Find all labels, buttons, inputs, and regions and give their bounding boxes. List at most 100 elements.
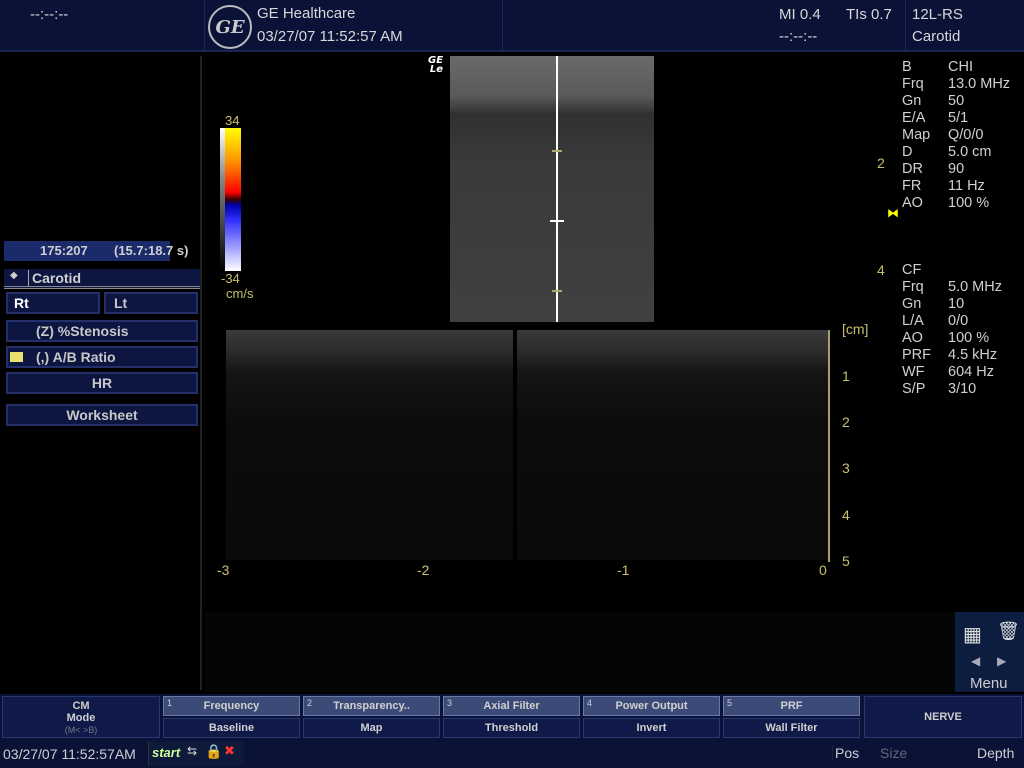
nerve-button[interactable]: NERVE — [864, 696, 1022, 738]
param-value: 50 — [948, 93, 965, 109]
mi-index: MI 0.4 — [779, 6, 821, 23]
b-depth-label: 2 — [877, 155, 885, 171]
softkey-label: Transparency.. — [333, 700, 410, 712]
ge-logo: GE — [208, 5, 252, 49]
depth-axis — [828, 330, 830, 562]
param-value: 90 — [948, 161, 965, 177]
ge-watermark: GE Le — [428, 55, 444, 75]
depth-label: 2 — [842, 414, 850, 430]
param-label: L/A — [902, 313, 924, 329]
ab-ratio-button[interactable]: (,) A/B Ratio — [6, 346, 198, 368]
preset-name: Carotid — [912, 28, 961, 45]
x-tick-label: -3 — [217, 562, 230, 578]
network-icon: ⇆ — [187, 744, 198, 758]
elapsed-time: --:--:-- — [779, 28, 818, 45]
prev-arrow-icon[interactable]: ◀ — [971, 654, 980, 668]
x-tick-label: -1 — [617, 562, 630, 578]
lt-button[interactable]: Lt — [104, 292, 198, 314]
param-label: Gn — [902, 296, 922, 312]
lock-icon: 🔒 — [205, 743, 223, 759]
pos-button[interactable]: Pos — [832, 745, 859, 761]
softkey-label: PRF — [780, 700, 803, 712]
mode-title: CM — [72, 700, 90, 712]
softkey-label: Map — [360, 722, 383, 734]
disconnected-icon: ✖ — [224, 743, 235, 758]
softkey-number: 2 — [307, 698, 313, 708]
param-label: S/P — [902, 381, 926, 397]
param-value: 0/0 — [948, 313, 969, 329]
stenosis-button[interactable]: (Z) %Stenosis — [6, 320, 198, 342]
softkey-label: Axial Filter — [483, 700, 540, 712]
softkey-bottom[interactable]: Invert — [583, 718, 720, 738]
top-bar: --:--:-- GE GE Healthcare 03/27/07 11:52… — [0, 0, 1024, 52]
softkey-label: Frequency — [203, 700, 260, 712]
grid-view-icon[interactable]: ▦ — [963, 622, 982, 647]
cm-mode-button[interactable]: CM Mode (M< >B) — [2, 696, 160, 738]
param-label: WF — [902, 364, 925, 380]
softkey-bottom[interactable]: Threshold — [443, 718, 580, 738]
softkey-bottom[interactable]: Wall Filter — [723, 718, 860, 738]
trash-icon[interactable]: 🗑 — [997, 621, 1020, 642]
depth-button[interactable]: Depth — [977, 745, 1014, 761]
gate-marker[interactable] — [550, 220, 564, 222]
rt-button[interactable]: Rt — [6, 292, 100, 314]
depth-label: 5 — [842, 553, 850, 569]
param-value: CHI — [948, 59, 973, 75]
size-button[interactable]: Size — [880, 745, 907, 761]
next-arrow-icon[interactable]: ▶ — [997, 654, 1006, 668]
param-label: DR — [902, 161, 923, 177]
color-min: -34 — [221, 271, 240, 286]
softkey-bottom[interactable]: Map — [303, 718, 440, 738]
tis-index: TIs 0.7 — [846, 6, 892, 23]
softkey-label: Invert — [636, 722, 667, 734]
param-value: 13.0 MHz — [948, 76, 1011, 92]
param-value: 5.0 cm — [948, 144, 992, 160]
b-mode-image — [450, 56, 654, 322]
softkey-top[interactable]: 2 Transparency.. — [303, 696, 440, 716]
start-button[interactable]: start — [152, 745, 180, 760]
softkey-top[interactable]: 4 Power Output — [583, 696, 720, 716]
depth-label: 1 — [842, 368, 850, 384]
status-datetime: 03/27/07 11:52:57AM — [3, 746, 136, 762]
mode-sub: (M< >B) — [64, 725, 98, 735]
param-value: 5.0 MHz — [948, 279, 1002, 295]
hr-button[interactable]: HR — [6, 372, 198, 394]
clipboard-strip — [205, 612, 955, 692]
m-line-cursor[interactable] — [556, 56, 558, 322]
worksheet-button[interactable]: Worksheet — [6, 404, 198, 426]
param-label: Gn — [902, 93, 922, 109]
param-label: FR — [902, 178, 922, 194]
depth-label: 4 — [842, 507, 850, 523]
depth-unit: [cm] — [842, 321, 869, 337]
header-datetime: 03/27/07 11:52:57 AM — [257, 28, 403, 45]
softkey-bottom[interactable]: Baseline — [163, 718, 300, 738]
softkey-top[interactable]: 3 Axial Filter — [443, 696, 580, 716]
softkey-label: Power Output — [615, 700, 688, 712]
param-label: AO — [902, 195, 923, 211]
param-label: Frq — [902, 76, 924, 92]
bullet-icon: ◆ — [10, 270, 18, 281]
color-max: 34 — [225, 113, 240, 128]
focus-marker-icon[interactable]: ⧓ — [887, 206, 899, 220]
softkey-label: Threshold — [484, 722, 539, 734]
depth-label: 3 — [842, 460, 850, 476]
clipboard-controls: ▦ 🗑 ◀ ▶ Menu — [955, 612, 1024, 692]
param-value: 100 % — [948, 195, 990, 211]
softkey-label: Wall Filter — [765, 722, 818, 734]
mode-label: Mode — [66, 712, 96, 724]
softkey-top[interactable]: 5 PRF — [723, 696, 860, 716]
param-label: PRF — [902, 347, 931, 363]
brand-name: GE Healthcare — [257, 5, 356, 22]
menu-button[interactable]: Menu — [970, 675, 1008, 692]
param-value: 11 Hz — [948, 178, 985, 194]
param-value: 3/10 — [948, 381, 977, 397]
probe-name: 12L-RS — [912, 6, 963, 23]
param-label: Frq — [902, 279, 924, 295]
softkey-top[interactable]: 1 Frequency — [163, 696, 300, 716]
softkey-number: 4 — [587, 698, 593, 708]
left-panel: 175:207 (15.7:18.7 s) ◆ Carotid Rt Lt (Z… — [0, 56, 202, 690]
m-mode-trace — [226, 330, 828, 560]
softkey-label: Baseline — [208, 722, 255, 734]
param-value: 10 — [948, 296, 965, 312]
b-depth-label: 4 — [877, 262, 885, 278]
